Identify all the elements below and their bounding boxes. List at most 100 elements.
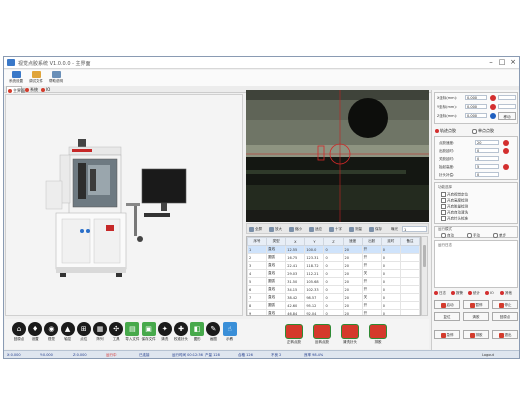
- z-coord-input[interactable]: 0.000: [465, 113, 487, 118]
- column-header[interactable]: 类型: [266, 237, 287, 246]
- table-row[interactable]: 4 直线 29.03 112.21 0 20 关 0: [247, 269, 420, 278]
- toolbar-system-settings-button[interactable]: 系统设置: [6, 71, 26, 85]
- option-checkbox[interactable]: 开启自动清洗: [441, 210, 468, 216]
- dispense-action-button[interactable]: 正转点胶: [283, 324, 305, 346]
- tab-system[interactable]: 系统: [24, 86, 38, 93]
- camera-tool-fullscreen[interactable]: 全屏: [249, 225, 262, 233]
- camera-tool-fit[interactable]: 适应: [309, 225, 322, 233]
- log-tab[interactable]: 其他: [500, 291, 512, 296]
- toolbar-help-button[interactable]: 帮助说明: [46, 71, 66, 85]
- y-coord-input[interactable]: 0.000: [465, 104, 487, 109]
- emergency-stop-button[interactable]: 急停: [434, 330, 460, 339]
- table-cell: 开: [361, 261, 382, 270]
- option-checkbox[interactable]: 开启胶量检测: [441, 204, 468, 210]
- home-button[interactable]: 回原点: [492, 312, 518, 321]
- dispense-action-button[interactable]: 清洗针头: [339, 324, 361, 346]
- toolbar-debug-file-button[interactable]: 调试文件: [26, 71, 46, 85]
- table-scrollbar[interactable]: [421, 236, 428, 316]
- window-title: 视觉点胶系统 V1.0.0.0 - 主界面: [18, 61, 91, 67]
- status-item: 良率 98.4%: [304, 353, 324, 357]
- option-checkbox[interactable]: 开启高度检测: [441, 198, 468, 204]
- param-set-icon[interactable]: [503, 148, 509, 154]
- start-button[interactable]: 启动: [434, 300, 460, 309]
- table-row[interactable]: 1 直线 12.55 100.0 0 20 开 0: [247, 245, 420, 254]
- stop-button[interactable]: 停止: [492, 300, 518, 309]
- y-jog-icon[interactable]: [490, 104, 496, 110]
- column-header[interactable]: 备注: [399, 237, 420, 246]
- column-header[interactable]: Y: [304, 237, 325, 246]
- dispense-mode-a[interactable]: 轨迹点胶: [435, 128, 456, 134]
- move-button[interactable]: 移动: [498, 112, 516, 120]
- status-item: 运行中: [106, 353, 117, 357]
- tab-io[interactable]: IO: [40, 86, 52, 93]
- close-icon[interactable]: ×: [508, 58, 518, 67]
- camera-tool-measure[interactable]: 测量: [349, 225, 362, 233]
- table-row[interactable]: 9 直线 46.84 92.04 0 20 开 0: [247, 309, 420, 315]
- param-input[interactable]: 20: [475, 140, 499, 145]
- log-tab[interactable]: 统计: [468, 291, 480, 296]
- table-cell: 112.21: [304, 269, 325, 278]
- exit-button[interactable]: 退出: [492, 330, 518, 339]
- main-window: 视觉点胶系统 V1.0.0.0 - 主界面 – □ × 系统设置 调试文件 帮助…: [3, 56, 520, 359]
- log-area[interactable]: 运行日志: [434, 240, 518, 288]
- mode-radio-manual[interactable]: 手动: [467, 233, 480, 239]
- camera-toolbar: 全屏 放大 缩小 适应 十字 测量 保存 曝光 1: [246, 223, 429, 234]
- x-step-input[interactable]: [498, 95, 516, 100]
- column-header[interactable]: X: [285, 237, 306, 246]
- option-checkbox[interactable]: 开启针头校准: [441, 216, 468, 222]
- minimize-icon[interactable]: –: [486, 58, 496, 67]
- mode-radio-auto[interactable]: 自动: [441, 233, 454, 239]
- dispense-mode-b[interactable]: 单点点胶: [472, 128, 494, 134]
- mode-radio-step[interactable]: 单步: [493, 233, 506, 239]
- point-table[interactable]: 序号 类型 X Y Z 速度 出胶 延时 备注 1 直线 12.55 100.0 0 20…: [246, 236, 421, 316]
- param-set-icon[interactable]: [503, 164, 509, 170]
- table-row[interactable]: 3 直线 22.41 118.72 0 20 开 0: [247, 261, 420, 270]
- settings-icon: [11, 71, 21, 78]
- status-item: 已连接: [139, 353, 150, 357]
- purge-button[interactable]: 清胶: [463, 312, 489, 321]
- logout-link[interactable]: Logout: [482, 352, 494, 358]
- column-header[interactable]: 序号: [247, 237, 268, 246]
- function-button[interactable]: ☝ 示教: [220, 322, 240, 347]
- param-input[interactable]: 0: [475, 172, 499, 177]
- column-header[interactable]: 速度: [342, 237, 363, 246]
- z-jog-icon[interactable]: [490, 113, 496, 119]
- param-input[interactable]: 0: [475, 156, 499, 161]
- table-row[interactable]: 8 圆弧 42.60 95.12 0 20 开 0: [247, 301, 420, 310]
- table-row[interactable]: 5 圆弧 31.50 105.68 0 20 开 0: [247, 277, 420, 286]
- toolbar-label: 帮助说明: [49, 79, 63, 83]
- param-input[interactable]: 0: [475, 148, 499, 153]
- reset-button[interactable]: 复位: [434, 312, 460, 321]
- dispense-button[interactable]: 排胶: [463, 330, 489, 339]
- table-row[interactable]: 2 圆弧 16.75 123.31 0 20 开 0: [247, 253, 420, 262]
- table-row[interactable]: 7 直线 38.42 98.57 0 20 关 0: [247, 293, 420, 302]
- x-coord-input[interactable]: 0.000: [465, 95, 487, 100]
- function-icon: ▣: [141, 322, 156, 336]
- scrollbar-thumb[interactable]: [423, 245, 426, 267]
- table-cell: 38.42: [285, 293, 306, 302]
- camera-tool-zoom-out[interactable]: 缩小: [289, 225, 302, 233]
- pause-button[interactable]: 暂停: [463, 300, 489, 309]
- log-tab[interactable]: 报警: [451, 291, 463, 296]
- maximize-icon[interactable]: □: [497, 58, 507, 67]
- tab-main[interactable]: 主界面: [6, 86, 25, 93]
- param-input[interactable]: 5: [475, 164, 499, 169]
- param-set-icon[interactable]: [503, 140, 509, 146]
- dispense-action-button[interactable]: 反转点胶: [311, 324, 333, 346]
- camera-tool-save[interactable]: 保存: [369, 225, 382, 233]
- column-header[interactable]: 出胶: [361, 237, 382, 246]
- column-header[interactable]: 延时: [380, 237, 401, 246]
- log-tab[interactable]: 日志: [434, 291, 446, 296]
- column-header[interactable]: Z: [323, 237, 344, 246]
- camera-tool-zoom-in[interactable]: 放大: [269, 225, 282, 233]
- dispense-action-button[interactable]: 排胶: [367, 324, 389, 346]
- status-item: 产量 128: [205, 353, 220, 357]
- exposure-input[interactable]: 1: [402, 226, 427, 232]
- camera-tool-crosshair[interactable]: 十字: [329, 225, 342, 233]
- log-tab[interactable]: IO: [485, 291, 494, 295]
- y-step-input[interactable]: [498, 104, 516, 109]
- camera-view[interactable]: [246, 90, 429, 222]
- option-checkbox[interactable]: 开启视觉定位: [441, 192, 468, 198]
- x-jog-icon[interactable]: [490, 95, 496, 101]
- table-row[interactable]: 6 直线 34.15 102.33 0 20 开 0: [247, 285, 420, 294]
